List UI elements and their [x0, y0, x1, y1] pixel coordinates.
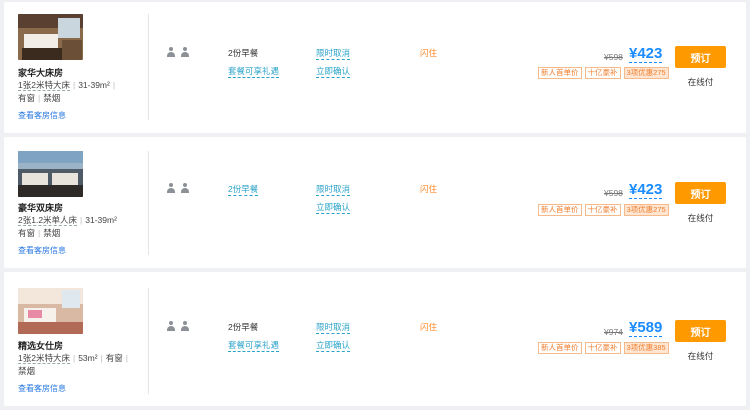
view-room-info-link[interactable]: 查看客房信息 — [18, 383, 66, 394]
view-room-info-link[interactable]: 查看客房信息 — [18, 110, 66, 121]
cancel-policy[interactable]: 限时取消 — [316, 321, 351, 334]
current-price[interactable]: ¥589 — [629, 320, 663, 337]
divider — [148, 14, 149, 120]
flash-stay-badge[interactable]: 闪住 — [420, 321, 437, 333]
room-spec-line2: 有窗 | 禁烟 — [18, 228, 61, 238]
person-icon — [166, 321, 176, 331]
promo-tags: 新人首单价 十亿豪补 3项优惠275 — [538, 67, 669, 79]
promo-tag[interactable]: 新人首单价 — [538, 342, 582, 354]
promo-tag[interactable]: 3项优惠275 — [623, 204, 669, 216]
original-price: ¥598 — [604, 52, 623, 62]
promo-tag[interactable]: 新人首单价 — [538, 204, 582, 216]
promo-tag[interactable]: 3项优惠275 — [623, 67, 669, 79]
breakfast-info[interactable]: 2份早餐 — [228, 183, 259, 196]
room-photo[interactable] — [18, 288, 83, 334]
payment-method: 在线付 — [687, 351, 714, 361]
current-price[interactable]: ¥423 — [629, 182, 663, 199]
payment-method: 在线付 — [687, 213, 714, 223]
smoking-info: 禁烟 — [43, 228, 61, 238]
room-area: 31-39m² — [85, 215, 117, 225]
breakfast-info: 2份早餐 — [228, 322, 259, 332]
confirm-policy[interactable]: 立即确认 — [316, 65, 351, 78]
breakfast-info: 2份早餐 — [228, 48, 259, 58]
bed-type[interactable]: 2张1.2米单人床 — [18, 215, 78, 226]
promo-tag[interactable]: 十亿豪补 — [584, 204, 621, 216]
cancel-policy[interactable]: 限时取消 — [316, 47, 351, 60]
guest-capacity — [166, 183, 190, 193]
guest-capacity — [166, 47, 190, 57]
window-info: 有窗 — [18, 93, 36, 103]
room-name[interactable]: 豪华双床房 — [18, 201, 63, 214]
flash-stay-badge[interactable]: 闪住 — [420, 183, 437, 195]
divider — [148, 288, 149, 394]
original-price: ¥974 — [604, 327, 623, 337]
view-room-info-link[interactable]: 查看客房信息 — [18, 245, 66, 256]
promo-tags: 新人首单价 十亿豪补 3项优惠385 — [538, 342, 669, 354]
room-area: 31-39m² — [78, 80, 110, 90]
room-spec-line1: 2张1.2米单人床 | 31-39m² — [18, 215, 117, 226]
promo-tag[interactable]: 十亿豪补 — [584, 342, 621, 354]
room-card: 豪华双床房 2张1.2米单人床 | 31-39m² 有窗 | 禁烟 查看客房信息 2份早… — [4, 137, 746, 268]
room-name[interactable]: 家华大床房 — [18, 66, 63, 79]
person-icon — [166, 47, 176, 57]
book-button[interactable]: 预订 — [675, 320, 726, 342]
divider — [148, 151, 149, 255]
person-icon — [180, 321, 190, 331]
bed-type[interactable]: 1张2米特大床 — [18, 353, 70, 364]
person-icon — [180, 183, 190, 193]
cancel-policy[interactable]: 限时取消 — [316, 183, 351, 196]
room-name[interactable]: 精选女仕房 — [18, 339, 63, 352]
guest-capacity — [166, 321, 190, 331]
room-photo[interactable] — [18, 151, 83, 197]
promo-tag[interactable]: 3项优惠385 — [623, 342, 669, 354]
original-price: ¥598 — [604, 188, 623, 198]
window-info: 有窗 — [18, 228, 36, 238]
promo-tag[interactable]: 新人首单价 — [538, 67, 582, 79]
book-button[interactable]: 预订 — [675, 182, 726, 204]
room-spec-line1: 1张2米特大床 | 31-39m² | — [18, 80, 116, 91]
room-area: 53m² — [78, 353, 98, 363]
promo-tag[interactable]: 十亿豪补 — [584, 67, 621, 79]
confirm-policy[interactable]: 立即确认 — [316, 339, 351, 352]
room-photo[interactable] — [18, 14, 83, 60]
room-spec-line2: 禁烟 — [18, 365, 35, 377]
book-button[interactable]: 预订 — [675, 46, 726, 68]
bed-type[interactable]: 1张2米特大床 — [18, 80, 70, 91]
room-card: 家华大床房 1张2米特大床 | 31-39m² | 有窗 | 禁烟 查看客房信息 2份早餐… — [4, 2, 746, 133]
person-icon — [166, 183, 176, 193]
smoking-info: 禁烟 — [43, 93, 61, 103]
confirm-policy[interactable]: 立即确认 — [316, 201, 351, 214]
smoking-info: 禁烟 — [18, 366, 36, 376]
payment-method: 在线付 — [687, 77, 714, 87]
room-spec-line1: 1张2米特大床 | 53m² | 有窗 | — [18, 353, 129, 364]
promo-tags: 新人首单价 十亿豪补 3项优惠275 — [538, 204, 669, 216]
person-icon — [180, 47, 190, 57]
current-price[interactable]: ¥423 — [629, 46, 663, 63]
room-card: 精选女仕房 1张2米特大床 | 53m² | 有窗 | 禁烟 查看客房信息 2份早餐 套餐… — [4, 272, 746, 406]
room-spec-line2: 有窗 | 禁烟 — [18, 93, 61, 103]
flash-stay-badge[interactable]: 闪住 — [420, 47, 437, 59]
package-perk-link[interactable]: 套餐可享礼遇 — [228, 339, 280, 352]
package-perk-link[interactable]: 套餐可享礼遇 — [228, 65, 280, 78]
window-info: 有窗 — [105, 353, 123, 363]
